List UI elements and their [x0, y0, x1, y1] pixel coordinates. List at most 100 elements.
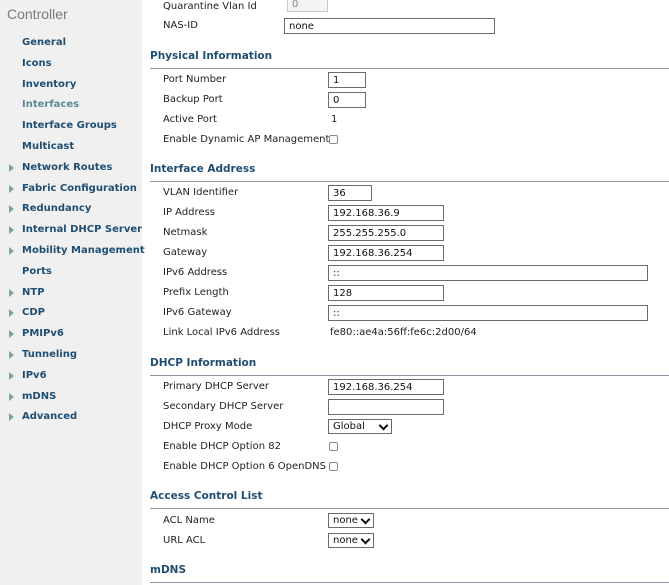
sidebar-item-multicast[interactable]: Multicast: [0, 140, 142, 161]
dhcp-option82-checkbox[interactable]: [329, 442, 338, 451]
sidebar-item-label: CDP: [22, 307, 45, 319]
url-acl-value: none: [333, 535, 358, 546]
sidebar-item-label: Tunneling: [22, 348, 77, 360]
secondary-dhcp-input[interactable]: [328, 399, 444, 415]
chevron-down-icon: [360, 514, 371, 525]
sidebar-item-general[interactable]: General: [0, 36, 142, 57]
acl-name-label: ACL Name: [163, 515, 215, 526]
sidebar-item-label: Interface Groups: [22, 120, 117, 132]
sidebar-item-label: Redundancy: [22, 203, 92, 215]
dhcp-proxy-select[interactable]: Global: [328, 419, 392, 434]
expand-arrow-icon[interactable]: [9, 413, 14, 422]
gateway-input[interactable]: [328, 245, 444, 261]
sidebar-item-label: Interfaces: [22, 99, 80, 111]
expand-arrow-icon[interactable]: [9, 392, 14, 401]
sidebar-item-advanced[interactable]: Advanced: [0, 410, 142, 431]
expand-arrow-icon[interactable]: [9, 205, 14, 214]
chevron-down-icon: [360, 534, 371, 545]
ip-input[interactable]: [328, 205, 444, 221]
prefix-input[interactable]: [328, 285, 444, 301]
sidebar-item-label: Fabric Configuration: [22, 182, 137, 194]
dhcp-option82-label: Enable DHCP Option 82: [163, 441, 281, 452]
sidebar-item-ntp[interactable]: NTP: [0, 286, 142, 307]
expand-arrow-icon[interactable]: [9, 330, 14, 339]
sidebar-item-tunneling[interactable]: Tunneling: [0, 348, 142, 369]
sidebar-item-label: Internal DHCP Server: [22, 224, 143, 236]
expand-arrow-icon[interactable]: [9, 288, 14, 297]
sidebar-item-redundancy[interactable]: Redundancy: [0, 202, 142, 223]
sidebar-item-mdns[interactable]: mDNS: [0, 390, 142, 411]
expand-arrow-icon[interactable]: [9, 184, 14, 193]
prefix-label: Prefix Length: [163, 287, 229, 298]
access-control-list-heading: Access Control List: [150, 486, 669, 509]
sidebar-item-label: mDNS: [22, 390, 57, 402]
port-number-input[interactable]: [328, 72, 366, 88]
active-port-value: 1: [331, 114, 338, 125]
interface-address-title: Interface Address: [150, 163, 256, 175]
gateway-label: Gateway: [163, 247, 208, 258]
active-port-label: Active Port: [163, 114, 217, 125]
dynamic-ap-checkbox[interactable]: [329, 135, 338, 144]
sidebar-item-label: Network Routes: [22, 161, 113, 173]
sidebar-item-label: PMIPv6: [22, 328, 64, 340]
sidebar-item-label: Ports: [22, 265, 52, 277]
sidebar-item-label: Mobility Management: [22, 244, 145, 256]
dhcp-option6-checkbox[interactable]: [329, 462, 338, 471]
sidebar-nav: General Icons Inventory Interfaces Interface…: [0, 36, 145, 431]
sidebar-item-pmipv6[interactable]: PMIPv6: [0, 327, 142, 348]
primary-dhcp-input[interactable]: [328, 379, 444, 395]
sidebar-item-ports[interactable]: Ports: [0, 265, 142, 286]
interface-address-heading: Interface Address: [150, 159, 669, 182]
mdns-heading: mDNS: [150, 560, 669, 583]
ip-label: IP Address: [163, 207, 215, 218]
sidebar-item-mobility-management[interactable]: Mobility Management: [0, 244, 145, 265]
sidebar-item-interfaces[interactable]: Interfaces: [0, 98, 142, 119]
sidebar-title: Controller: [7, 6, 68, 22]
sidebar-item-inventory[interactable]: Inventory: [0, 78, 142, 99]
primary-dhcp-label: Primary DHCP Server: [163, 381, 270, 392]
sidebar-item-interface-groups[interactable]: Interface Groups: [0, 119, 142, 140]
sidebar-item-label: General: [22, 37, 66, 48]
quarantine-vlan-label: Quarantine Vlan Id: [163, 1, 257, 12]
acl-name-select[interactable]: none: [328, 513, 374, 528]
nas-id-input[interactable]: [284, 18, 495, 34]
link-local-label: Link Local IPv6 Address: [163, 327, 281, 338]
access-control-list-title: Access Control List: [150, 490, 263, 502]
chevron-down-icon: [378, 420, 389, 431]
sidebar-item-cdp[interactable]: CDP: [0, 306, 142, 327]
url-acl-label: URL ACL: [163, 535, 206, 546]
backup-port-input[interactable]: [328, 92, 366, 108]
ipv6-input[interactable]: [328, 265, 648, 281]
expand-arrow-icon[interactable]: [9, 371, 14, 380]
acl-name-value: none: [333, 515, 358, 526]
vlan-input[interactable]: [328, 185, 372, 201]
dhcp-information-title: DHCP Information: [150, 357, 257, 369]
expand-arrow-icon[interactable]: [9, 163, 14, 172]
dynamic-ap-label: Enable Dynamic AP Management: [163, 134, 330, 145]
netmask-input[interactable]: [328, 225, 444, 241]
ipv6-gateway-input[interactable]: [328, 305, 648, 321]
physical-information-title: Physical Information: [150, 50, 273, 62]
expand-arrow-icon[interactable]: [9, 226, 14, 235]
sidebar-item-label: Inventory: [22, 78, 77, 90]
sidebar-item-network-routes[interactable]: Network Routes: [0, 161, 142, 182]
dhcp-option6-label: Enable DHCP Option 6 OpenDNS: [163, 461, 326, 472]
dhcp-proxy-value: Global: [333, 421, 365, 432]
sidebar-item-label: Icons: [22, 57, 52, 69]
expand-arrow-icon[interactable]: [9, 350, 14, 359]
sidebar-item-icons[interactable]: Icons: [0, 57, 142, 78]
sidebar-item-internal-dhcp-server[interactable]: Internal DHCP Server: [0, 223, 142, 244]
link-local-value: fe80::ae4a:56ff:fe6c:2d00/64: [330, 327, 477, 338]
url-acl-select[interactable]: none: [328, 533, 374, 548]
expand-arrow-icon[interactable]: [9, 309, 14, 318]
expand-arrow-icon[interactable]: [9, 246, 14, 255]
physical-information-heading: Physical Information: [150, 46, 669, 69]
sidebar-item-fabric-configuration[interactable]: Fabric Configuration: [0, 182, 142, 203]
quarantine-vlan-input[interactable]: [287, 0, 328, 12]
sidebar-item-ipv6[interactable]: IPv6: [0, 369, 142, 390]
nas-id-label: NAS-ID: [163, 20, 198, 31]
ipv6-gateway-label: IPv6 Gateway: [163, 307, 232, 318]
sidebar: Controller General Icons Inventory Interfac…: [0, 0, 145, 585]
ipv6-label: IPv6 Address: [163, 267, 228, 278]
sidebar-item-label: Multicast: [22, 140, 75, 152]
